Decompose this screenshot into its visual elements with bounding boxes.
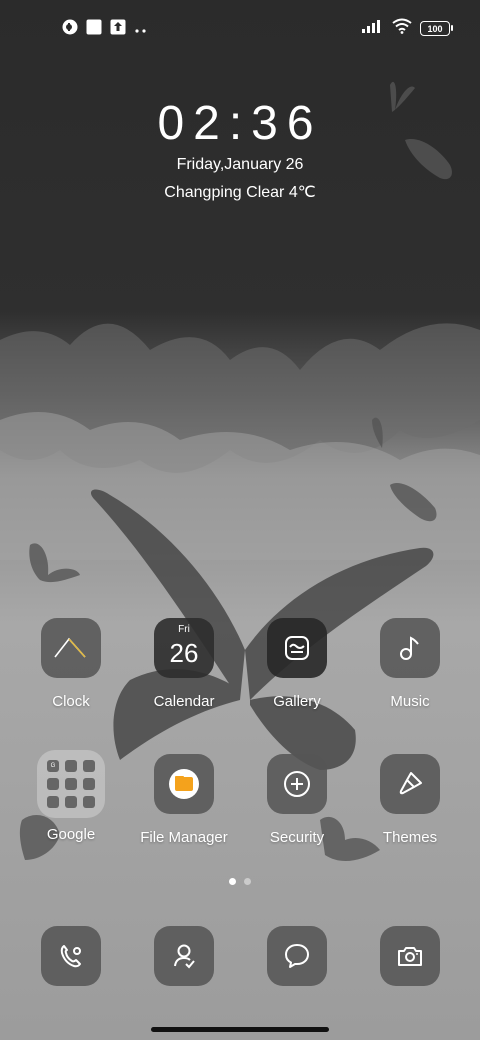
app-label: Google <box>46 826 96 843</box>
widget-time: 02:36 <box>157 97 323 150</box>
calendar-date: 26 <box>169 638 199 668</box>
security-icon <box>267 754 327 814</box>
notification-app-icon <box>62 19 78 40</box>
app-calendar[interactable]: Fri 26 Calendar <box>129 618 239 710</box>
page-dot-active[interactable] <box>229 878 236 885</box>
google-icon: G <box>47 760 59 772</box>
page-indicator[interactable] <box>0 878 480 885</box>
widget-date: Friday,January 26 <box>176 156 304 173</box>
app-label: Clock <box>52 693 90 710</box>
mini-app-icon <box>83 778 95 790</box>
app-label: Security <box>269 829 325 846</box>
dock-phone[interactable] <box>16 926 126 986</box>
notification-square-icon <box>86 19 102 40</box>
app-label: Themes <box>382 829 438 846</box>
app-themes[interactable]: Themes <box>355 754 465 846</box>
app-google-folder[interactable]: G Google <box>16 750 126 843</box>
app-security[interactable]: Security <box>242 754 352 846</box>
status-bar-right: 100 <box>362 18 453 39</box>
widget-weather: Changping Clear 4℃ <box>164 184 316 201</box>
phone-icon <box>41 926 101 986</box>
app-clock[interactable]: Clock <box>16 618 126 710</box>
mini-app-icon <box>47 796 59 808</box>
calendar-icon: Fri 26 <box>154 618 214 678</box>
music-icon <box>380 618 440 678</box>
mini-app-icon <box>65 760 77 772</box>
notification-upload-icon <box>110 19 126 40</box>
app-label: Gallery <box>273 693 321 710</box>
wifi-icon <box>392 18 412 39</box>
signal-icon <box>362 19 384 38</box>
app-file-manager[interactable]: File Manager <box>129 754 239 846</box>
dock-contacts[interactable] <box>129 926 239 986</box>
status-bar-left <box>62 19 148 40</box>
camera-icon <box>380 926 440 986</box>
app-label: Calendar <box>153 693 215 710</box>
battery-level: 100 <box>427 23 443 34</box>
page-dot[interactable] <box>244 878 251 885</box>
app-gallery[interactable]: Gallery <box>242 618 352 710</box>
more-notifications-icon <box>134 21 148 39</box>
app-label: Music <box>390 693 430 710</box>
folder-icon: G <box>37 750 105 818</box>
mini-app-icon <box>65 796 77 808</box>
themes-icon <box>380 754 440 814</box>
dock-messages[interactable] <box>242 926 352 986</box>
mini-app-icon <box>47 778 59 790</box>
clock-widget[interactable]: 02:36 Friday,January 26 Changping Clear … <box>0 98 480 202</box>
calendar-day: Fri <box>178 624 190 635</box>
battery-icon: 100 <box>420 21 453 36</box>
mini-app-icon <box>83 760 95 772</box>
mini-app-icon <box>83 796 95 808</box>
file-manager-icon <box>154 754 214 814</box>
gallery-icon <box>267 618 327 678</box>
clock-icon <box>41 618 101 678</box>
app-music[interactable]: Music <box>355 618 465 710</box>
app-label: File Manager <box>140 829 228 846</box>
messages-icon <box>267 926 327 986</box>
status-bar: 100 <box>0 0 480 56</box>
dock-camera[interactable] <box>355 926 465 986</box>
contacts-icon <box>154 926 214 986</box>
mini-app-icon <box>65 778 77 790</box>
home-indicator[interactable] <box>151 1027 329 1032</box>
